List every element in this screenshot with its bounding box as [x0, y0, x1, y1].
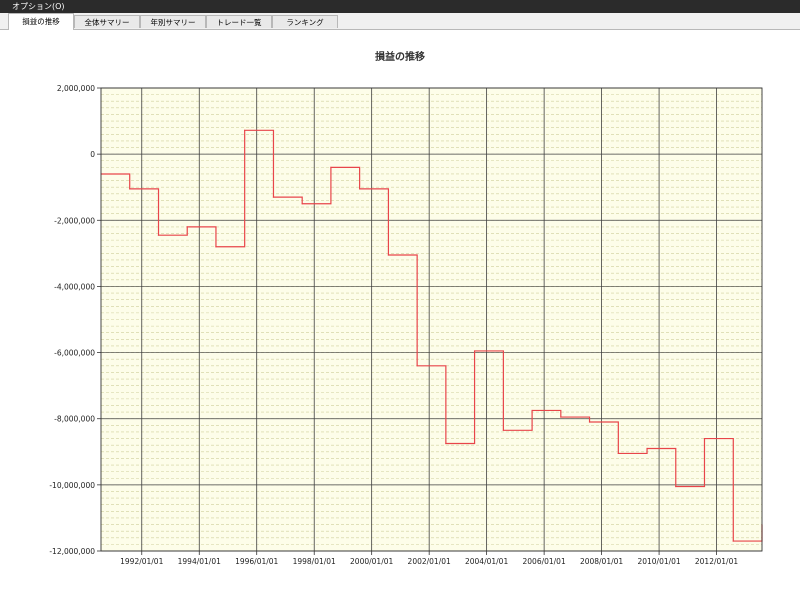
- y-tick-label: -10,000,000: [49, 481, 95, 490]
- x-tick-label: 2002/01/01: [408, 557, 451, 566]
- data-point: [330, 166, 332, 168]
- data-point: [387, 254, 390, 256]
- x-tick-label: 2004/01/01: [465, 557, 508, 566]
- x-tick-label: 2000/01/01: [350, 557, 393, 566]
- data-point: [215, 246, 217, 248]
- data-point: [617, 452, 619, 455]
- x-tick-label: 1998/01/01: [293, 557, 336, 566]
- x-tick-label: 1992/01/01: [120, 557, 163, 566]
- y-tick-label: 2,000,000: [57, 84, 95, 93]
- data-point: [732, 540, 734, 542]
- data-point: [588, 421, 591, 423]
- y-tick-label: -12,000,000: [49, 547, 95, 556]
- y-axis: 2,000,000 0 -2,000,000 -4,000,000 -6,000,000…: [49, 84, 101, 556]
- data-point: [473, 350, 476, 352]
- data-point: [502, 429, 504, 431]
- data-point: [560, 416, 562, 418]
- data-point: [129, 188, 131, 190]
- data-point: [703, 437, 706, 440]
- x-tick-label: 2012/01/01: [695, 557, 738, 566]
- y-tick-label: 0: [90, 150, 95, 159]
- x-tick-label: 1996/01/01: [235, 557, 278, 566]
- data-point: [675, 485, 677, 488]
- y-tick-label: -4,000,000: [54, 282, 95, 291]
- data-point: [186, 226, 188, 228]
- data-point: [359, 188, 361, 190]
- data-point: [301, 203, 303, 205]
- x-axis: 1992/01/01 1994/01/01 1996/01/01 1998/01/01…: [120, 551, 738, 566]
- x-tick-label: 1994/01/01: [178, 557, 221, 566]
- y-tick-label: -8,000,000: [54, 415, 95, 424]
- x-tick-label: 2006/01/01: [523, 557, 566, 566]
- data-point: [416, 365, 418, 367]
- data-point: [445, 442, 447, 445]
- y-tick-label: -2,000,000: [54, 216, 95, 225]
- data-point: [157, 234, 160, 236]
- data-point: [531, 409, 533, 412]
- data-point: [272, 196, 275, 198]
- y-tick-label: -6,000,000: [54, 349, 95, 358]
- data-point: [244, 129, 246, 131]
- data-point: [646, 447, 648, 450]
- profit-chart: 2,000,000 0 -2,000,000 -4,000,000 -6,000,000…: [49, 84, 763, 566]
- x-tick-label: 2008/01/01: [580, 557, 623, 566]
- x-tick-label: 2010/01/01: [637, 557, 680, 566]
